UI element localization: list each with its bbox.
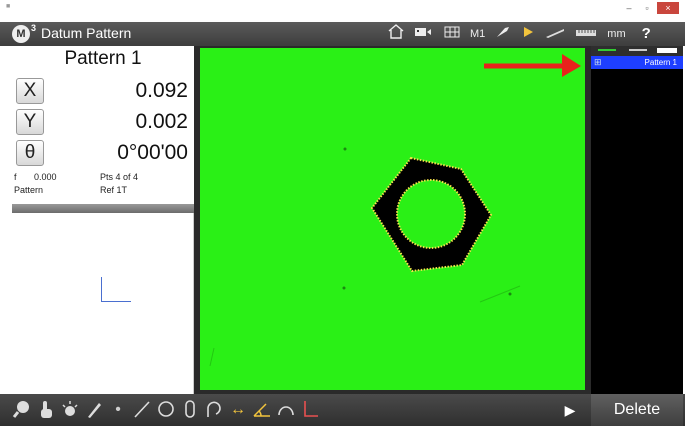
- help-button[interactable]: ?: [642, 25, 651, 43]
- probe-label[interactable]: M1: [470, 25, 485, 43]
- axis-y-button[interactable]: Y: [16, 109, 44, 135]
- tab-indicator[interactable]: [629, 49, 647, 51]
- debris-spot: [342, 286, 346, 290]
- slot-icon[interactable]: [180, 398, 200, 422]
- ruler-icon[interactable]: [575, 25, 597, 43]
- light-icon[interactable]: [60, 398, 80, 422]
- m3-logo-superscript: 3: [31, 23, 37, 33]
- datum-icon[interactable]: [300, 398, 320, 422]
- arc-icon[interactable]: [204, 398, 224, 422]
- app-small-icon: ■: [6, 3, 11, 10]
- touch-hand-icon[interactable]: [36, 398, 56, 422]
- form-value: 0.000: [34, 172, 57, 182]
- feature-list-panel: ⊞ Pattern 1: [591, 46, 683, 394]
- zoom-icon[interactable]: [12, 398, 32, 422]
- feature-type: Pattern: [14, 185, 44, 195]
- toolbar-icons: M1 mm ?: [388, 24, 651, 44]
- feature-list-item-label: Pattern 1: [644, 58, 677, 67]
- axis-theta-button[interactable]: θ: [16, 140, 44, 166]
- info-row-form: f 0.000 Pts 4 of 4: [12, 172, 194, 185]
- debris-spot: [343, 147, 347, 151]
- dro-row-x: X 0.092: [12, 77, 194, 105]
- circle-icon[interactable]: [156, 398, 176, 422]
- reference-label: Ref 1T: [100, 185, 128, 195]
- pattern-grid-icon: ⊞: [594, 57, 602, 67]
- close-button[interactable]: ×: [657, 2, 679, 14]
- dro-row-y: Y 0.002: [12, 108, 194, 136]
- app-title: Datum Pattern: [41, 25, 132, 41]
- dro-theta-value: 0°00'00: [117, 141, 188, 164]
- delete-button[interactable]: Delete: [591, 394, 683, 426]
- dro-x-value: 0.092: [135, 79, 188, 102]
- preview-y-axis: [101, 277, 102, 302]
- run-button[interactable]: ▶: [560, 398, 580, 422]
- bottom-toolbar: • ↔ ▶ Delete: [0, 394, 685, 426]
- grid-icon[interactable]: [444, 25, 460, 43]
- point-icon[interactable]: •: [108, 398, 128, 422]
- dro-row-theta: θ 0°00'00: [12, 139, 194, 167]
- scratch-mark: [479, 285, 521, 303]
- feature-list-tabs: [591, 46, 683, 56]
- video-camera-icon[interactable]: [414, 25, 434, 43]
- scratch-mark: [209, 347, 215, 367]
- angle-icon[interactable]: [252, 398, 272, 422]
- line-icon[interactable]: [132, 398, 152, 422]
- debris-spot: [508, 292, 512, 296]
- stylus-icon[interactable]: [545, 25, 565, 43]
- minimize-button[interactable]: –: [621, 2, 637, 14]
- app-titlebar: M 3 Datum Pattern M1 mm ?: [0, 22, 685, 46]
- dro-panel: Pattern 1 X 0.092 Y 0.002 θ 0°00'00 f 0.…: [12, 46, 194, 394]
- preview-x-axis: [101, 301, 131, 302]
- info-row-type: Pattern Ref 1T: [12, 185, 194, 198]
- panel-separator: [12, 204, 194, 213]
- video-viewport[interactable]: [200, 48, 585, 390]
- dro-y-value: 0.002: [135, 110, 188, 133]
- points-count: Pts 4 of 4: [100, 172, 139, 182]
- window-chrome: ■ – ▫ ×: [0, 0, 685, 22]
- viewport-canvas: [209, 147, 521, 367]
- tab-indicator[interactable]: [598, 49, 616, 51]
- window-controls: – ▫ ×: [621, 2, 679, 14]
- axis-x-button[interactable]: X: [16, 78, 44, 104]
- red-arrow-icon: [484, 54, 581, 77]
- play-arrow-icon[interactable]: [521, 25, 535, 44]
- form-label: f: [14, 172, 17, 182]
- maximize-button[interactable]: ▫: [639, 2, 655, 14]
- pen-icon[interactable]: [84, 398, 104, 422]
- units-label[interactable]: mm: [607, 25, 625, 43]
- tab-indicator[interactable]: [657, 48, 677, 53]
- probe-icon[interactable]: [495, 25, 511, 44]
- curve-icon[interactable]: [276, 398, 296, 422]
- distance-icon[interactable]: ↔: [228, 398, 248, 422]
- feature-title: Pattern 1: [64, 48, 142, 69]
- feature-preview[interactable]: [12, 213, 194, 394]
- m3-logo-icon: M: [12, 25, 30, 43]
- home-icon[interactable]: [388, 24, 404, 44]
- center-hole: [396, 179, 466, 249]
- feature-list-item[interactable]: ⊞ Pattern 1: [591, 56, 683, 69]
- measure-tools: • ↔: [12, 398, 320, 422]
